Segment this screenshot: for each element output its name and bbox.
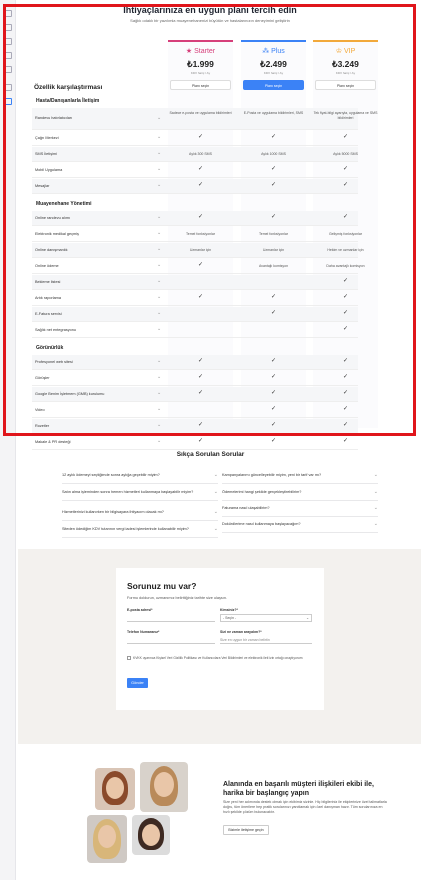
chevron-down-icon: ⌄ — [373, 521, 378, 527]
contact-title: Sorunuz mu var? — [127, 581, 197, 591]
faq-item[interactable]: Siteden ödediğim KDV tutarının vergi iad… — [62, 524, 218, 538]
chevron-down-icon[interactable]: ⌄ — [157, 438, 161, 444]
contact-form-card: Sorunuz mu var? Formu doldurun, uzmanımı… — [116, 568, 324, 710]
faq-question: Ödemelerimi hangi şekilde gerçekleştireb… — [222, 490, 302, 494]
faq-item[interactable]: Dokürdlerime nasıl kullanmaya başlayacağ… — [222, 519, 378, 533]
faq-question: Kampanyalarımı güncelleyebilir miyim, ye… — [222, 473, 322, 477]
faq-question: Dokürdlerime nasıl kullanmaya başlayacağ… — [222, 522, 301, 526]
team-photo-1 — [95, 768, 135, 810]
faq-question: Hizmetlerinizi kullanırken bir bilgisaya… — [62, 510, 164, 514]
faq-question: Siteden ödediğim KDV tutarının vergi iad… — [62, 527, 189, 531]
team-photo-2 — [140, 762, 188, 812]
chevron-down-icon: ⌄ — [306, 616, 309, 620]
faq-item[interactable]: 12 aylık ödemeyi seçtiğimde sonra aylığa… — [62, 470, 218, 484]
email-label: E-posta adresi* — [127, 608, 153, 612]
feature-row[interactable]: Makale & PR desteği ⌄ ✓ ✓ ✓ — [32, 435, 358, 450]
team-title: Alanında en başarılı müşteri ilişkileri … — [223, 781, 374, 797]
specialty-select[interactable]: - Seçin - ⌄ — [220, 614, 312, 622]
email-field[interactable] — [127, 614, 215, 622]
chevron-down-icon: ⌄ — [213, 526, 218, 532]
check-icon: ✓ — [270, 437, 277, 444]
faq-title: Sıkça Sorulan Sorular — [176, 451, 245, 458]
faq-item[interactable]: Kampanyalarımı güncelleyebilir miyim, ye… — [222, 470, 378, 484]
consent-text: KVKK uyarınca Kişisel Veri Gizlilik Poli… — [133, 656, 303, 660]
chevron-down-icon: ⌄ — [213, 509, 218, 515]
consent-row[interactable]: KVKK uyarınca Kişisel Veri Gizlilik Poli… — [127, 656, 303, 661]
check-icon: ✓ — [342, 437, 349, 444]
chevron-down-icon: ⌄ — [373, 472, 378, 478]
faq-item[interactable]: Faturama nasıl ulaşabilirim? ⌄ — [222, 503, 378, 517]
contact-us-button[interactable]: Bizimle iletişime geçin — [223, 825, 269, 835]
faq-item[interactable]: Satın alma işleminden sonra hemen hizmet… — [62, 487, 218, 501]
faq-question: Satın alma işleminden sonra hemen hizmet… — [62, 490, 194, 494]
chevron-down-icon: ⌄ — [373, 505, 378, 511]
contact-subtitle: Formu doldurun, uzmanımız belirttiğiniz … — [127, 596, 228, 600]
faq-question: Faturama nasıl ulaşabilirim? — [222, 506, 270, 510]
send-button[interactable]: Gönder — [127, 678, 148, 688]
feature-label: Makale & PR desteği — [35, 439, 71, 444]
specialty-value: - Seçin - — [223, 616, 237, 620]
consent-checkbox[interactable] — [127, 656, 131, 661]
team-description: Size yeni her adımında destek olmak için… — [223, 800, 387, 814]
chevron-down-icon: ⌄ — [213, 472, 218, 478]
team-photo-3 — [87, 815, 127, 863]
check-icon: ✓ — [197, 437, 204, 444]
highlight-frame — [3, 4, 416, 436]
time-label: Sizi ne zaman arayalım?* — [220, 630, 262, 634]
team-photo-4 — [132, 815, 170, 855]
faq-item[interactable]: Hizmetlerinizi kullanırken bir bilgisaya… — [62, 507, 218, 521]
phone-label: Telefon Numaranız* — [127, 630, 160, 634]
chevron-down-icon: ⌄ — [213, 489, 218, 495]
phone-field[interactable] — [127, 636, 215, 644]
faq-question: 12 aylık ödemeyi seçtiğimde sonra aylığa… — [62, 473, 160, 477]
specialty-label: Kimsiniz?* — [220, 608, 238, 612]
chevron-down-icon: ⌄ — [373, 489, 378, 495]
time-field[interactable]: Size en uygun bir zaman belirtin — [220, 636, 312, 644]
faq-item[interactable]: Ödemelerimi hangi şekilde gerçekleştireb… — [222, 487, 378, 501]
